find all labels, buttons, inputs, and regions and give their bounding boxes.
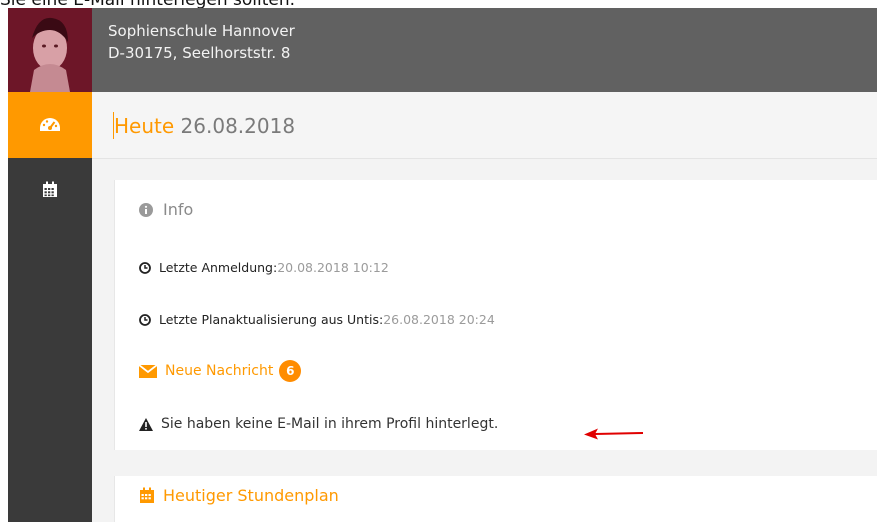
clock-icon [139,313,151,326]
calendar-icon [43,181,57,197]
last-update-row: Letzte Planaktualisierung aus Untis: 26.… [139,312,495,327]
info-heading: Info [139,200,193,219]
warning-icon [139,417,153,431]
school-logo[interactable] [8,8,92,92]
page-title-prefix: Heute [114,114,175,138]
sidebar [8,92,92,522]
schedule-heading-label: Heutiger Stundenplan [163,486,339,505]
last-login-value: 20.08.2018 10:12 [277,260,389,275]
schedule-panel: Heutiger Stundenplan [114,476,877,522]
last-update-label: Letzte Planaktualisierung aus Untis: [159,312,384,327]
email-warning-row: Sie haben keine E-Mail in ihrem Profil h… [139,416,498,432]
clock-icon [139,261,151,274]
dashboard-icon [40,118,60,131]
new-message-label: Neue Nachricht [165,363,274,379]
last-update-value: 26.08.2018 20:24 [383,312,495,327]
page-title-date: 26.08.2018 [180,114,296,138]
main-content: Heute 26.08.2018 Info Letzte Anmeldung: … [92,92,877,522]
info-icon [139,202,153,217]
title-bar: Heute 26.08.2018 [92,92,877,159]
school-info: Sophienschule Hannover D-30175, Seelhors… [108,20,295,64]
info-panel: Info Letzte Anmeldung: 20.08.2018 10:12 … [114,180,877,450]
page-title: Heute 26.08.2018 [114,114,295,138]
message-count-badge: 6 [279,360,302,382]
last-login-row: Letzte Anmeldung: 20.08.2018 10:12 [139,260,389,275]
sidebar-item-calendar[interactable] [8,174,92,204]
school-name: Sophienschule Hannover [108,22,295,40]
sidebar-item-dashboard[interactable] [8,92,92,158]
school-address: D-30175, Seelhorststr. 8 [108,44,291,62]
info-heading-label: Info [163,200,194,219]
last-login-label: Letzte Anmeldung: [159,260,278,275]
new-message-link[interactable]: Neue Nachricht 6 [139,360,302,382]
email-warning-text: Sie haben keine E-Mail in ihrem Profil h… [161,416,499,432]
red-arrow-annotation [584,428,644,440]
schedule-heading[interactable]: Heutiger Stundenplan [139,486,339,505]
envelope-icon [139,364,157,378]
calendar-icon [140,487,154,503]
